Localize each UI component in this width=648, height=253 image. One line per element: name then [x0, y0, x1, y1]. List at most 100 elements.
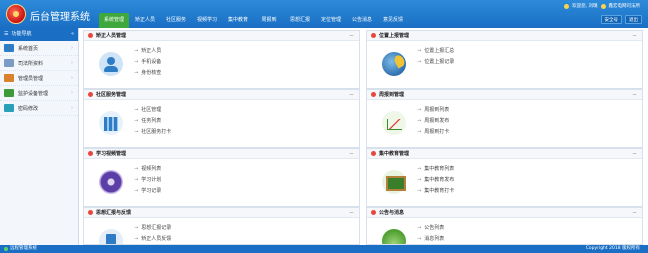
- panel-education: 集中教育管理 － 集中教育列表 集中教育发布 集中教育打卡: [366, 148, 643, 207]
- sidebar: ☰ 功能导航 « 系统首页 › 司法所资料 › 管理员管理 › 监护设备管理 ›…: [0, 28, 79, 245]
- chevron-right-icon: ›: [71, 105, 73, 111]
- link-task-list[interactable]: 任务列表: [134, 116, 171, 127]
- panel-title: 学习视频管理: [96, 150, 127, 157]
- link-location-records[interactable]: 位置上报记录: [417, 57, 454, 68]
- chevron-right-icon: ›: [71, 75, 73, 81]
- disc-icon: [99, 170, 123, 194]
- panel-community: 社区服务管理 － 社区管理 任务列表 社区服务打卡: [83, 89, 360, 148]
- nav-tab-feedback[interactable]: 意见反馈: [378, 13, 408, 28]
- user-icon: [564, 3, 570, 9]
- sidebar-item-label: 密码修改: [18, 105, 39, 112]
- top-bar: 后台管理系统 系统管理 矫正人员 社区服务 视频学习 集中教育 周报到 思想汇报…: [0, 0, 648, 28]
- link-feedback[interactable]: 矫正人员反馈: [134, 234, 171, 244]
- security-button[interactable]: 安全号: [600, 15, 622, 24]
- collapse-icon[interactable]: －: [632, 208, 637, 218]
- panel-reports: 思想汇报与反馈 － 思想汇报记录 矫正人员反馈: [83, 207, 360, 245]
- sidebar-item-label: 系统首页: [18, 45, 39, 52]
- link-message-list[interactable]: 消息列表: [417, 234, 444, 244]
- chevron-right-icon: ›: [71, 90, 73, 96]
- link-phone-devices[interactable]: 手机设备: [134, 57, 161, 68]
- sidebar-title: 功能导航: [11, 31, 32, 37]
- link-study-plan[interactable]: 学习计划: [134, 175, 161, 186]
- link-video-list[interactable]: 视频列表: [134, 164, 161, 175]
- collapse-icon[interactable]: －: [632, 31, 637, 41]
- sidebar-header: ☰ 功能导航 «: [0, 28, 78, 41]
- link-identity-check[interactable]: 身份核查: [134, 68, 161, 79]
- link-weekly-publish[interactable]: 周报到发布: [417, 116, 449, 127]
- panel-title: 思想汇报与反馈: [96, 209, 132, 216]
- bullet-icon: [371, 210, 376, 215]
- link-education-publish[interactable]: 集中教育发布: [417, 175, 454, 186]
- nav-tab-reports[interactable]: 思想汇报: [285, 13, 315, 28]
- panel-header: 学习视频管理 －: [84, 149, 359, 159]
- org-icon: [600, 3, 606, 9]
- nav-tab-video[interactable]: 视频学习: [192, 13, 222, 28]
- link-community-checkin[interactable]: 社区服务打卡: [134, 127, 171, 138]
- news-icon: [382, 229, 406, 244]
- person-icon: [99, 52, 123, 76]
- collapse-icon[interactable]: －: [632, 149, 637, 159]
- bullet-icon: [88, 151, 93, 156]
- nav-tab-location[interactable]: 定位管理: [316, 13, 346, 28]
- link-weekly-list[interactable]: 周报到列表: [417, 105, 449, 116]
- dashboard: 矫正人员管理 － 矫正人员 手机设备 身份核查 位置上报管理 － 位置上报汇总 …: [83, 28, 646, 245]
- app-title: 后台管理系统: [30, 12, 90, 23]
- menu-icon: ☰: [4, 31, 9, 37]
- sidebar-item-devices[interactable]: 监护设备管理 ›: [0, 86, 78, 101]
- logout-button[interactable]: 退出: [625, 15, 642, 24]
- panel-header: 位置上报管理 －: [367, 31, 642, 41]
- device-icon: [4, 89, 14, 97]
- panel-header: 周报到管理 －: [367, 90, 642, 100]
- nav-tab-community[interactable]: 社区服务: [161, 13, 191, 28]
- nav-tab-announcements[interactable]: 公告消息: [347, 13, 377, 28]
- chevron-right-icon: ›: [71, 45, 73, 51]
- chart-icon: [382, 111, 406, 135]
- collapse-icon[interactable]: －: [632, 90, 637, 100]
- sidebar-item-home[interactable]: 系统首页 ›: [0, 41, 78, 56]
- link-location-summary[interactable]: 位置上报汇总: [417, 46, 454, 57]
- top-buttons: 安全号 退出: [600, 15, 642, 24]
- nav-tab-system[interactable]: 系统管理: [99, 13, 129, 28]
- sidebar-item-office-info[interactable]: 司法所资料 ›: [0, 56, 78, 71]
- users-icon: [4, 74, 14, 82]
- link-report-records[interactable]: 思想汇报记录: [134, 223, 171, 234]
- panel-header: 集中教育管理 －: [367, 149, 642, 159]
- building-icon: [99, 111, 123, 135]
- panel-header: 思想汇报与反馈 －: [84, 208, 359, 218]
- bullet-icon: [371, 33, 376, 38]
- chevron-right-icon: ›: [71, 60, 73, 66]
- user-info: 欢迎您, 刘璐 鑫宏电网司法所: [564, 3, 640, 9]
- panel-title: 社区服务管理: [96, 91, 127, 98]
- link-education-list[interactable]: 集中教育列表: [417, 164, 454, 175]
- link-announcement-list[interactable]: 公告列表: [417, 223, 444, 234]
- collapse-icon[interactable]: －: [349, 149, 354, 159]
- panel-announcements: 公告与消息 － 公告列表 消息列表: [366, 207, 643, 245]
- footer-copyright: Copyright 2018 版权所有: [585, 246, 640, 251]
- sidebar-collapse-icon[interactable]: «: [71, 28, 74, 41]
- panel-title: 位置上报管理: [379, 32, 410, 39]
- nav-tab-weekly[interactable]: 周报到: [254, 13, 284, 28]
- footer: 远程管理系统 Copyright 2018 版权所有: [0, 245, 648, 253]
- bullet-icon: [371, 92, 376, 97]
- link-study-records[interactable]: 学习记录: [134, 186, 161, 197]
- link-corrections-people[interactable]: 矫正人员: [134, 46, 161, 57]
- collapse-icon[interactable]: －: [349, 90, 354, 100]
- collapse-icon[interactable]: －: [349, 31, 354, 41]
- link-weekly-checkin[interactable]: 周报到打卡: [417, 127, 449, 138]
- link-education-checkin[interactable]: 集中教育打卡: [417, 186, 454, 197]
- collapse-icon[interactable]: －: [349, 208, 354, 218]
- emblem-logo-icon: [6, 4, 26, 24]
- bullet-icon: [88, 92, 93, 97]
- blackboard-icon: [382, 170, 406, 194]
- panel-header: 社区服务管理 －: [84, 90, 359, 100]
- footer-left: 远程管理系统: [4, 245, 37, 253]
- sidebar-item-password[interactable]: 密码修改 ›: [0, 101, 78, 116]
- nav-tab-education[interactable]: 集中教育: [223, 13, 253, 28]
- monitor-icon: [4, 44, 14, 52]
- link-community-manage[interactable]: 社区管理: [134, 105, 171, 116]
- sidebar-item-admins[interactable]: 管理员管理 ›: [0, 71, 78, 86]
- panel-weekly: 周报到管理 － 周报到列表 周报到发布 周报到打卡: [366, 89, 643, 148]
- document-icon: [99, 229, 123, 244]
- panel-video: 学习视频管理 － 视频列表 学习计划 学习记录: [83, 148, 360, 207]
- nav-tab-corrections[interactable]: 矫正人员: [130, 13, 160, 28]
